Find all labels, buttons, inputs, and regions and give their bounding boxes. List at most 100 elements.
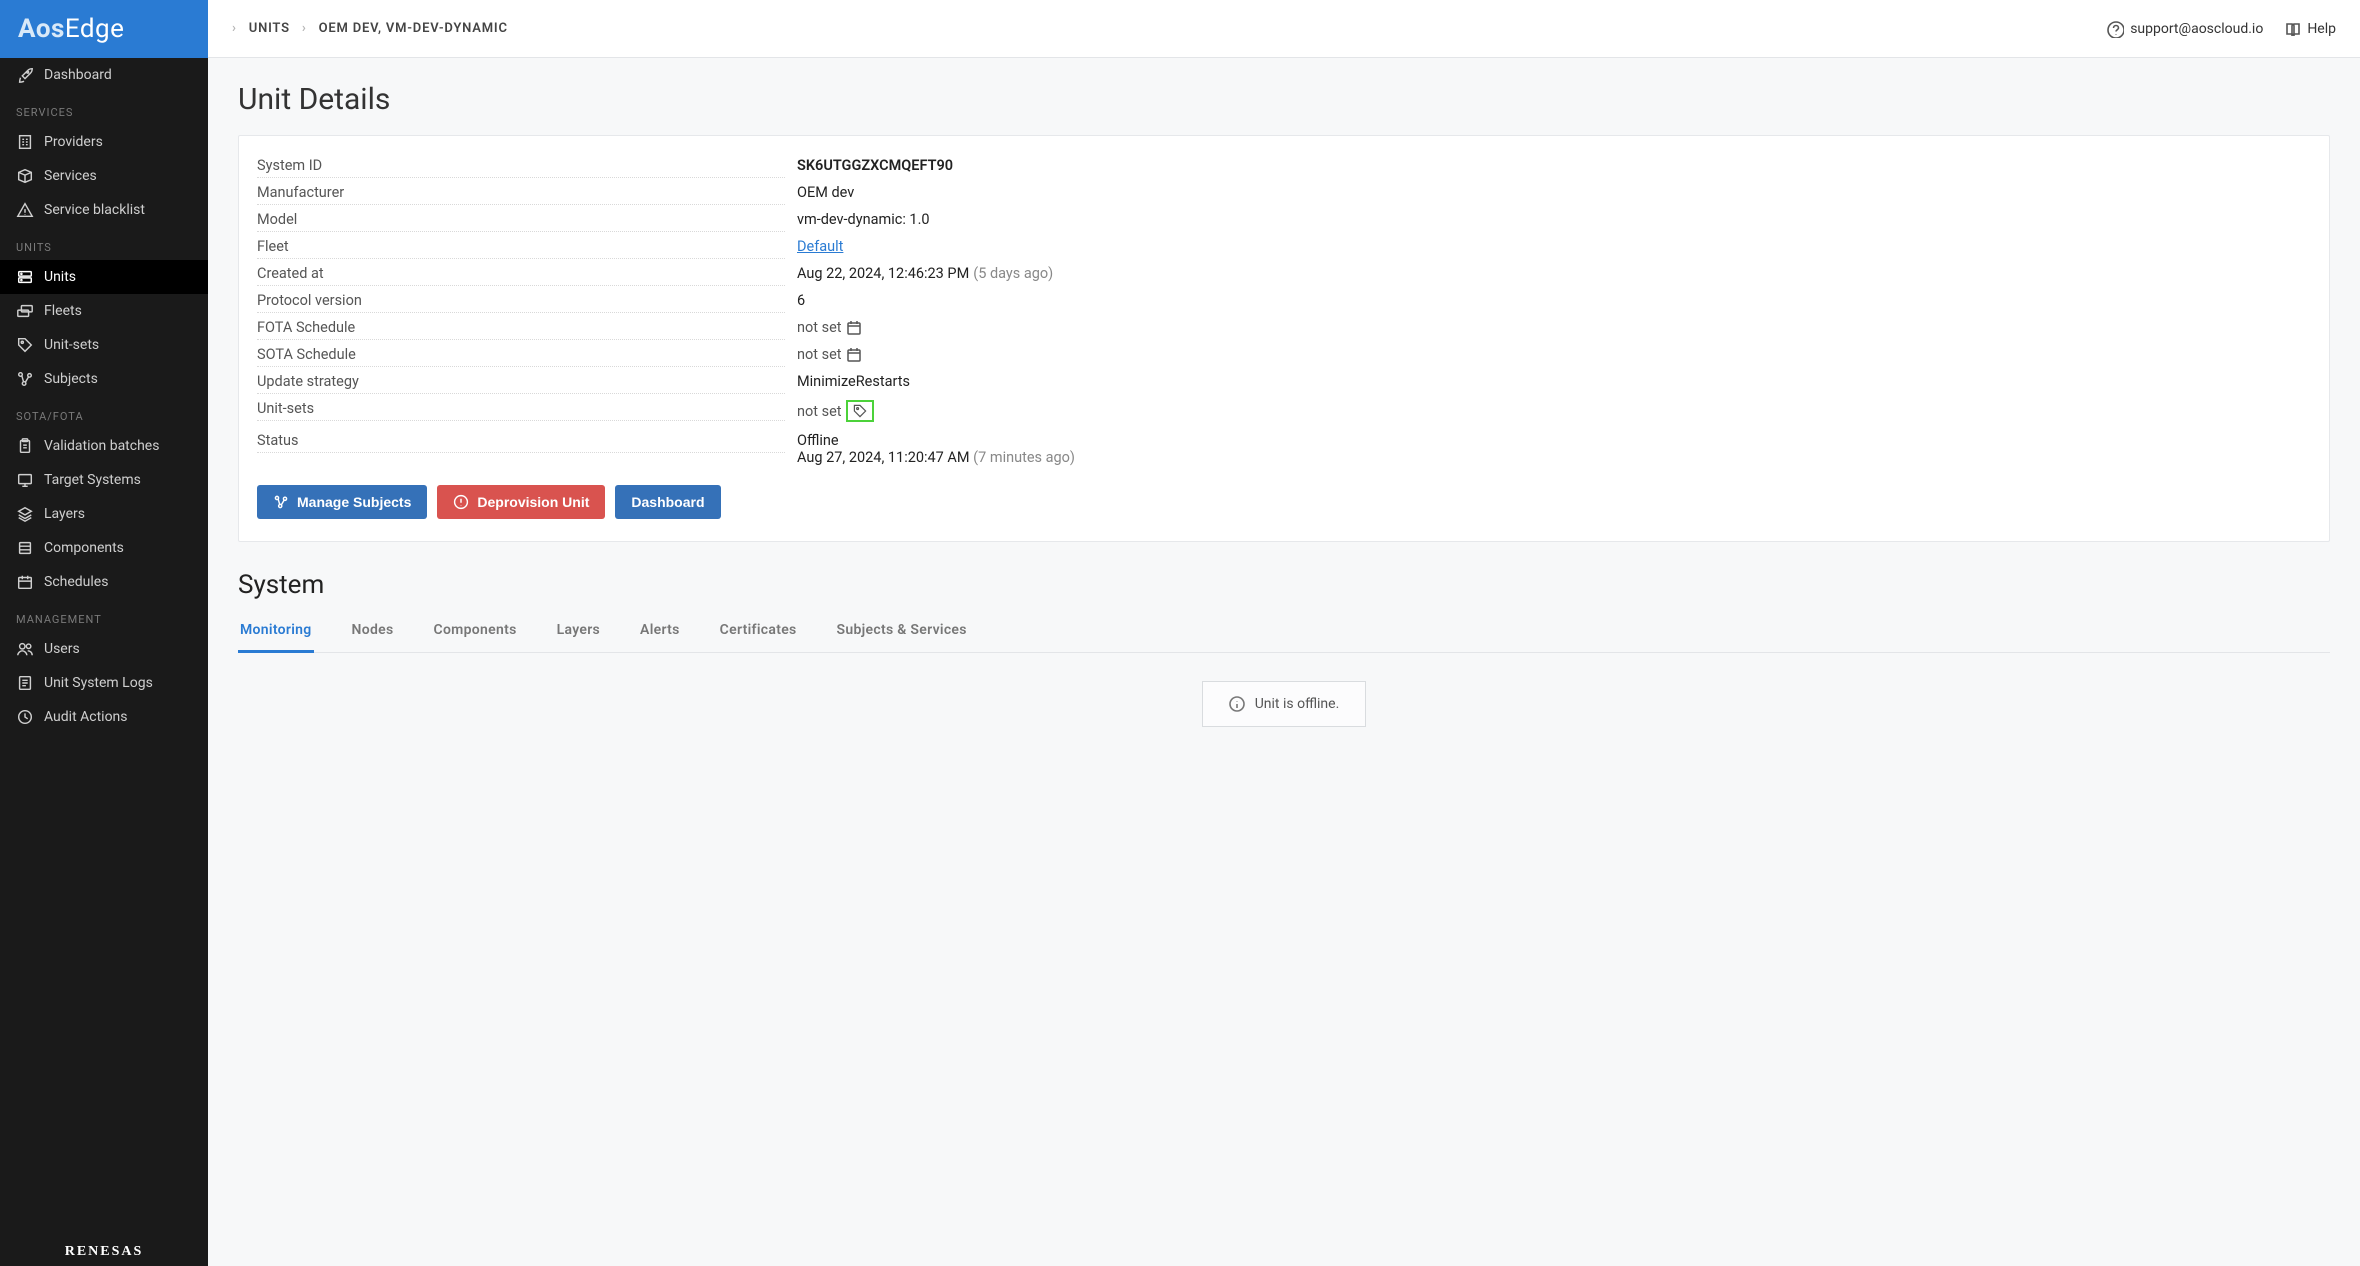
warn-icon xyxy=(453,494,469,510)
value-strategy: MinimizeRestarts xyxy=(797,373,2311,390)
value-model: vm-dev-dynamic: 1.0 xyxy=(797,211,2311,228)
row-strategy: Update strategy MinimizeRestarts xyxy=(257,368,2311,395)
value-manufacturer: OEM dev xyxy=(797,184,2311,201)
value-system-id: SK6UTGGZXCMQEFT90 xyxy=(797,157,2311,174)
chevron-icon: › xyxy=(232,21,237,36)
sidebar-item-label: Unit System Logs xyxy=(44,675,153,691)
system-heading: System xyxy=(238,570,2330,600)
app-logo: AosEdge xyxy=(0,0,208,58)
clipboard-icon xyxy=(16,437,34,455)
sidebar-item-services[interactable]: Services xyxy=(0,159,208,193)
help-circle-icon xyxy=(2106,20,2124,38)
sidebar-section-units: UNITS xyxy=(0,227,208,260)
sidebar-item-service-blacklist[interactable]: Service blacklist xyxy=(0,193,208,227)
calendar-icon xyxy=(16,573,34,591)
sidebar-item-label: Services xyxy=(44,168,97,184)
unit-details-card: System ID SK6UTGGZXCMQEFT90 Manufacturer… xyxy=(238,135,2330,542)
sidebar-item-subjects[interactable]: Subjects xyxy=(0,362,208,396)
page-content: Unit Details System ID SK6UTGGZXCMQEFT90… xyxy=(208,58,2360,751)
row-unitsets: Unit-sets not set xyxy=(257,395,2311,427)
tag-icon[interactable] xyxy=(852,403,868,419)
sidebar-item-audit-actions[interactable]: Audit Actions xyxy=(0,700,208,734)
sidebar-item-label: Layers xyxy=(44,506,85,522)
value-created: Aug 22, 2024, 12:46:23 PM xyxy=(797,265,969,282)
sidebar-item-label: Schedules xyxy=(44,574,108,590)
tab-certificates[interactable]: Certificates xyxy=(718,612,799,652)
manage-subjects-button[interactable]: Manage Subjects xyxy=(257,485,427,519)
sidebar-item-label: Fleets xyxy=(44,303,82,319)
calendar-icon[interactable] xyxy=(846,320,862,336)
row-manufacturer: Manufacturer OEM dev xyxy=(257,179,2311,206)
sidebar-item-label: Service blacklist xyxy=(44,202,145,218)
tab-monitoring[interactable]: Monitoring xyxy=(238,612,314,653)
main-area: › UNITS › OEM DEV, VM-DEV-DYNAMIC suppor… xyxy=(208,0,2360,1266)
support-link[interactable]: support@aoscloud.io xyxy=(2106,20,2263,38)
sidebar-item-schedules[interactable]: Schedules xyxy=(0,565,208,599)
sidebar-item-label: Providers xyxy=(44,134,103,150)
layers-icon xyxy=(16,505,34,523)
sidebar-item-users[interactable]: Users xyxy=(0,632,208,666)
log-icon xyxy=(16,674,34,692)
row-system-id: System ID SK6UTGGZXCMQEFT90 xyxy=(257,152,2311,179)
tab-components[interactable]: Components xyxy=(432,612,519,652)
value-status-time: Aug 27, 2024, 11:20:47 AM xyxy=(797,449,970,466)
help-link[interactable]: Help xyxy=(2283,20,2336,38)
help-label: Help xyxy=(2307,21,2336,37)
sidebar-item-fleets[interactable]: Fleets xyxy=(0,294,208,328)
sidebar-item-validation-batches[interactable]: Validation batches xyxy=(0,429,208,463)
sidebar-section-sota-fota: SOTA/FOTA xyxy=(0,396,208,429)
topbar: › UNITS › OEM DEV, VM-DEV-DYNAMIC suppor… xyxy=(208,0,2360,58)
book-icon xyxy=(2283,20,2301,38)
sidebar-item-label: Components xyxy=(44,540,124,556)
support-email: support@aoscloud.io xyxy=(2130,21,2263,37)
row-protocol: Protocol version 6 xyxy=(257,287,2311,314)
vendor-logo: RENESAS xyxy=(0,1240,208,1266)
info-icon xyxy=(1229,696,1245,712)
row-fleet: Fleet Default xyxy=(257,233,2311,260)
system-tabs: Monitoring Nodes Components Layers Alerts Cer… xyxy=(238,612,2330,653)
sidebar-item-label: Audit Actions xyxy=(44,709,128,725)
sidebar-item-target-systems[interactable]: Target Systems xyxy=(0,463,208,497)
row-created: Created at Aug 22, 2024, 12:46:23 PM (5 … xyxy=(257,260,2311,287)
sidebar-item-units[interactable]: Units xyxy=(0,260,208,294)
sidebar-item-components[interactable]: Components xyxy=(0,531,208,565)
dashboard-button[interactable]: Dashboard xyxy=(615,485,720,519)
graph-icon xyxy=(273,494,289,510)
fleet-icon xyxy=(16,302,34,320)
value-fota: not set xyxy=(797,319,842,336)
sidebar-item-layers[interactable]: Layers xyxy=(0,497,208,531)
audit-icon xyxy=(16,708,34,726)
sidebar-item-dashboard[interactable]: Dashboard xyxy=(0,58,208,92)
sidebar-section-services: SERVICES xyxy=(0,92,208,125)
deprovision-button[interactable]: Deprovision Unit xyxy=(437,485,605,519)
alert-icon xyxy=(16,201,34,219)
tab-alerts[interactable]: Alerts xyxy=(638,612,682,652)
component-icon xyxy=(16,539,34,557)
server-icon xyxy=(16,268,34,286)
box-icon xyxy=(16,167,34,185)
sidebar-section-management: MANAGEMENT xyxy=(0,599,208,632)
calendar-icon[interactable] xyxy=(846,347,862,363)
row-sota: SOTA Schedule not set xyxy=(257,341,2311,368)
value-sota: not set xyxy=(797,346,842,363)
building-icon xyxy=(16,133,34,151)
page-title: Unit Details xyxy=(238,82,2330,117)
tab-layers[interactable]: Layers xyxy=(555,612,602,652)
breadcrumb: › UNITS › OEM DEV, VM-DEV-DYNAMIC xyxy=(232,21,508,36)
offline-banner: Unit is offline. xyxy=(1202,681,1367,727)
value-status: Offline xyxy=(797,432,2311,449)
breadcrumb-units[interactable]: UNITS xyxy=(249,21,290,36)
sidebar-item-unit-system-logs[interactable]: Unit System Logs xyxy=(0,666,208,700)
users-icon xyxy=(16,640,34,658)
chevron-icon: › xyxy=(302,21,307,36)
rocket-icon xyxy=(16,66,34,84)
breadcrumb-unit-name: OEM DEV, VM-DEV-DYNAMIC xyxy=(319,21,508,36)
fleet-link[interactable]: Default xyxy=(797,238,843,255)
tab-subjects-services[interactable]: Subjects & Services xyxy=(835,612,969,652)
sidebar-item-unit-sets[interactable]: Unit-sets xyxy=(0,328,208,362)
tab-nodes[interactable]: Nodes xyxy=(350,612,396,652)
graph-icon xyxy=(16,370,34,388)
value-status-rel: (7 minutes ago) xyxy=(973,449,1075,466)
sidebar-item-label: Subjects xyxy=(44,371,98,387)
sidebar-item-providers[interactable]: Providers xyxy=(0,125,208,159)
